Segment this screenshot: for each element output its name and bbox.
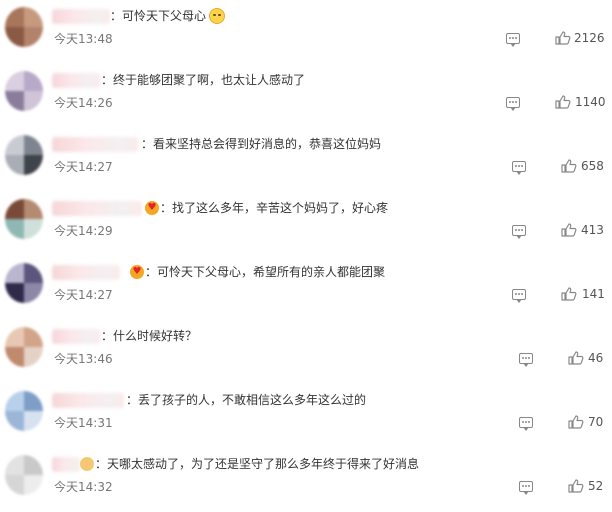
comment-icon[interactable]	[519, 417, 533, 431]
comment-time: 今天14:27	[54, 160, 113, 174]
comment-icon[interactable]	[519, 353, 533, 367]
like-count: 658	[581, 159, 604, 173]
thumbs-up-icon[interactable]	[561, 287, 577, 301]
avatar[interactable]	[5, 7, 43, 47]
comment-row: ：什么时候好转？ 今天13:46 46	[0, 320, 612, 384]
comment-text: ：可怜天下父母心，希望所有的亲人都能团聚	[145, 265, 386, 279]
comment-list: ：可怜天下父母心 今天13:48 2126 ：终于能够团聚了啊，也太让人感动了 …	[0, 0, 612, 507]
comment-text: ：找了这么多年，辛苦这个妈妈了，好心疼	[160, 201, 389, 215]
comment-icon[interactable]	[512, 161, 526, 175]
like-count: 413	[581, 223, 604, 237]
avatar[interactable]	[5, 263, 43, 303]
avatar[interactable]	[5, 327, 43, 367]
like-count: 1140	[575, 95, 606, 109]
username[interactable]	[52, 9, 110, 24]
avatar[interactable]	[5, 391, 43, 431]
comment-row: ：看来坚持总会得到好消息的，恭喜这位妈妈 今天14:27 658	[0, 128, 612, 192]
comment-time: 今天14:29	[54, 224, 113, 238]
fan-badge-icon	[80, 457, 94, 471]
thumbs-up-icon[interactable]	[568, 415, 584, 429]
comment-icon[interactable]	[506, 33, 520, 47]
comment-text: ：可怜天下父母心	[110, 8, 226, 25]
thumbs-up-icon[interactable]	[555, 95, 571, 109]
thumbs-up-icon[interactable]	[561, 159, 577, 173]
like-count: 2126	[574, 31, 605, 45]
comment-row: ♥ ：可怜天下父母心，希望所有的亲人都能团聚 今天14:27 141	[0, 256, 612, 320]
comment-text: ：天哪太感动了，为了还是坚守了那么多年终于得来了好消息	[95, 457, 420, 471]
avatar[interactable]	[5, 199, 43, 239]
username[interactable]	[52, 393, 124, 408]
comment-time: 今天13:46	[54, 352, 113, 366]
avatar[interactable]	[5, 71, 43, 111]
avatar[interactable]	[5, 135, 43, 175]
comment-time: 今天14:27	[54, 288, 113, 302]
comment-row: ：天哪太感动了，为了还是坚守了那么多年终于得来了好消息 今天14:32 52	[0, 448, 612, 512]
like-count: 70	[588, 415, 604, 429]
comment-icon[interactable]	[512, 225, 526, 239]
thumbs-up-icon[interactable]	[568, 351, 584, 365]
fan-badge-icon: ♥	[145, 201, 159, 215]
thumbs-up-icon[interactable]	[555, 31, 571, 45]
comment-time: 今天14:26	[54, 96, 113, 110]
comment-row: ：可怜天下父母心 今天13:48 2126	[0, 0, 612, 64]
avatar[interactable]	[5, 455, 43, 495]
username[interactable]	[52, 201, 142, 216]
fan-badge-icon: ♥	[130, 265, 144, 279]
username[interactable]	[52, 329, 100, 344]
thumbs-up-icon[interactable]	[568, 479, 584, 493]
comment-text: ：终于能够团聚了啊，也太让人感动了	[101, 73, 306, 87]
comment-text: ：什么时候好转？	[101, 329, 198, 343]
comment-row: ：终于能够团聚了啊，也太让人感动了 今天14:26 1140	[0, 64, 612, 128]
comment-time: 今天13:48	[54, 32, 113, 46]
comment-icon[interactable]	[506, 97, 520, 111]
comment-time: 今天14:32	[54, 480, 113, 494]
username[interactable]	[52, 73, 100, 88]
comment-text: ：看来坚持总会得到好消息的，恭喜这位妈妈	[141, 137, 382, 151]
crying-face-emoji	[209, 8, 226, 24]
comment-time: 今天14:31	[54, 416, 113, 430]
username[interactable]	[52, 457, 80, 472]
username[interactable]	[52, 137, 138, 152]
like-count: 141	[582, 287, 605, 301]
comment-icon[interactable]	[519, 481, 533, 495]
username[interactable]	[52, 265, 120, 280]
comment-text: ：丢了孩子的人，不敢相信这么多年这么过的	[126, 393, 367, 407]
thumbs-up-icon[interactable]	[561, 223, 577, 237]
comment-row: ：丢了孩子的人，不敢相信这么多年这么过的 今天14:31 70	[0, 384, 612, 448]
like-count: 46	[588, 351, 604, 365]
comment-row: ♥ ：找了这么多年，辛苦这个妈妈了，好心疼 今天14:29 413	[0, 192, 612, 256]
comment-icon[interactable]	[512, 289, 526, 303]
like-count: 52	[588, 479, 604, 493]
